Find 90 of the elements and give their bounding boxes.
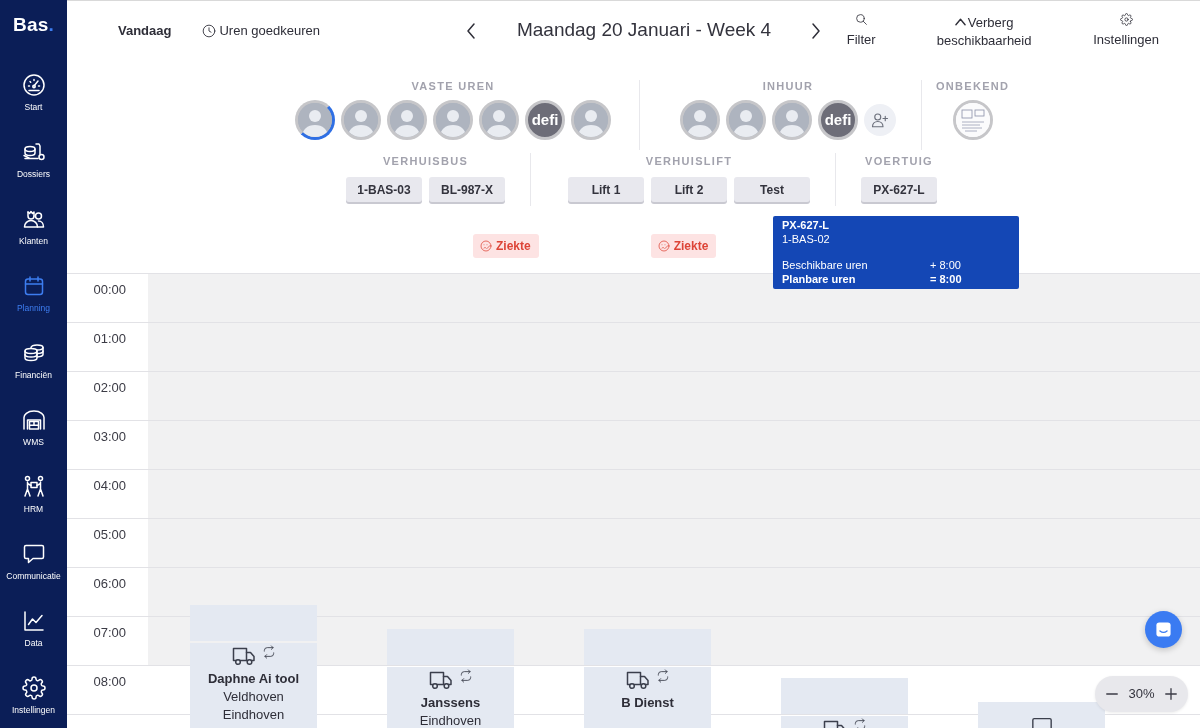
- document-thumbnail-icon[interactable]: [952, 100, 993, 140]
- settings-icon: [1119, 12, 1133, 26]
- avatar-icon[interactable]: [479, 100, 519, 140]
- line-chart-icon: [21, 609, 46, 633]
- logo: Bas.: [13, 13, 54, 37]
- vehicle-button[interactable]: Lift 1: [568, 177, 644, 202]
- appointment-card[interactable]: B Dienst: [584, 667, 711, 728]
- time-label: 04:00: [93, 478, 126, 494]
- zoom-level: 30%: [1128, 685, 1155, 704]
- group-heading: VASTE UREN: [411, 80, 495, 93]
- vehicle-button[interactable]: 1-BAS-03: [346, 177, 422, 202]
- hide-availability-button[interactable]: Verberg beschikbaarheid: [930, 11, 1039, 50]
- absence-label: Ziekte: [673, 238, 709, 255]
- settings-button[interactable]: Instellingen: [1086, 12, 1167, 49]
- group-heading: VERHUISLIFT: [645, 155, 733, 168]
- zoom-in-button[interactable]: [1163, 686, 1179, 702]
- truck-icon: [231, 645, 256, 665]
- chevron-left-icon: [465, 22, 476, 39]
- add-person-button[interactable]: [864, 104, 896, 136]
- avatar[interactable]: defi: [525, 100, 565, 140]
- group-heading: VERHUISBUS: [382, 155, 469, 168]
- appointment-address: Veldhoven: [222, 688, 285, 706]
- sidebar-item[interactable]: Dossiers: [0, 125, 67, 192]
- group-heading: VOERTUIG: [865, 155, 933, 168]
- sidebar-item[interactable]: WMS: [0, 393, 67, 460]
- time-label: 07:00: [93, 625, 126, 641]
- plus-icon: [1164, 687, 1178, 701]
- chat-icon: [21, 542, 46, 566]
- time-label: 01:00: [93, 331, 126, 347]
- tooltip-subtitle: 1-BAS-02: [782, 232, 831, 246]
- appointment-title: Janssens: [419, 694, 482, 712]
- time-label: 05:00: [93, 527, 126, 543]
- avatar-icon[interactable]: [433, 100, 473, 140]
- settings-icon: [21, 676, 46, 700]
- sidebar-item[interactable]: Planning: [0, 259, 67, 326]
- sidebar-item[interactable]: Communicatie: [0, 527, 67, 594]
- group-heading: INHUUR: [762, 80, 814, 93]
- sidebar-item[interactable]: Financiën: [0, 326, 67, 393]
- appointment-card[interactable]: Daphne Ai tool Veldhoven Eindhoven: [190, 643, 317, 728]
- people-carrying-box-icon: [21, 475, 46, 499]
- tooltip-title: PX-627-L: [782, 218, 831, 232]
- truck-icon: [428, 669, 453, 689]
- avatar-icon[interactable]: [726, 100, 766, 140]
- search-icon: [854, 12, 868, 26]
- chat-icon: [1155, 621, 1172, 638]
- tooltip-value: + 8:00: [930, 258, 962, 272]
- clock-icon: [202, 23, 217, 38]
- sidebar-item[interactable]: Start: [0, 58, 67, 125]
- tooltip-value: = 8:00: [930, 272, 963, 286]
- avatar-icon[interactable]: [295, 100, 335, 140]
- gauge-icon: [21, 73, 46, 97]
- appointment-title: B Dienst: [620, 694, 675, 712]
- sick-face-icon: [480, 240, 492, 252]
- date-title: Maandag 20 Januari - Week 4: [516, 18, 772, 43]
- time-label: 08:00: [93, 674, 126, 690]
- caret-up-icon: [954, 17, 966, 26]
- appointment-card[interactable]: Janssens Eindhoven: [387, 667, 514, 728]
- absence-label: Ziekte: [496, 238, 531, 255]
- vehicle-button[interactable]: BL-987-X: [429, 177, 505, 202]
- vehicle-button[interactable]: Test: [734, 177, 810, 202]
- group-heading: ONBEKEND: [936, 80, 1010, 93]
- appointment-title: Daphne Ai tool: [206, 670, 301, 688]
- sidebar-item[interactable]: Instellingen: [0, 661, 67, 728]
- filter-button[interactable]: Filter: [841, 12, 882, 49]
- appointment-address: Eindhoven: [418, 712, 483, 728]
- time-label: 03:00: [93, 429, 126, 445]
- avatar-icon[interactable]: [772, 100, 812, 140]
- sidebar-item[interactable]: Data: [0, 594, 67, 661]
- sick-face-icon: [657, 240, 670, 252]
- approve-hours-button[interactable]: Uren goedkeuren: [202, 20, 320, 41]
- avatar[interactable]: defi: [818, 100, 858, 140]
- today-button[interactable]: Vandaag: [118, 20, 172, 41]
- vehicle-button[interactable]: PX-627-L: [861, 177, 937, 202]
- sidebar-item[interactable]: HRM: [0, 460, 67, 527]
- time-label: 02:00: [93, 380, 126, 396]
- avatar-icon[interactable]: [387, 100, 427, 140]
- truck-icon: [625, 669, 650, 689]
- chevron-right-icon: [811, 22, 822, 39]
- sidebar-item[interactable]: Klanten: [0, 192, 67, 259]
- tooltip-label: Beschikbare uren: [782, 258, 869, 272]
- tooltip-label: Planbare uren: [782, 272, 857, 286]
- avatar-icon[interactable]: [341, 100, 381, 140]
- vehicle-button[interactable]: Lift 2: [651, 177, 727, 202]
- warehouse-icon: [21, 408, 46, 432]
- time-label: 06:00: [93, 576, 126, 592]
- time-label: 00:00: [93, 282, 126, 298]
- person-add-icon: [871, 111, 889, 129]
- avatar-icon[interactable]: [571, 100, 611, 140]
- appointment-address: Eindhoven: [221, 706, 286, 724]
- avatar-icon[interactable]: [680, 100, 720, 140]
